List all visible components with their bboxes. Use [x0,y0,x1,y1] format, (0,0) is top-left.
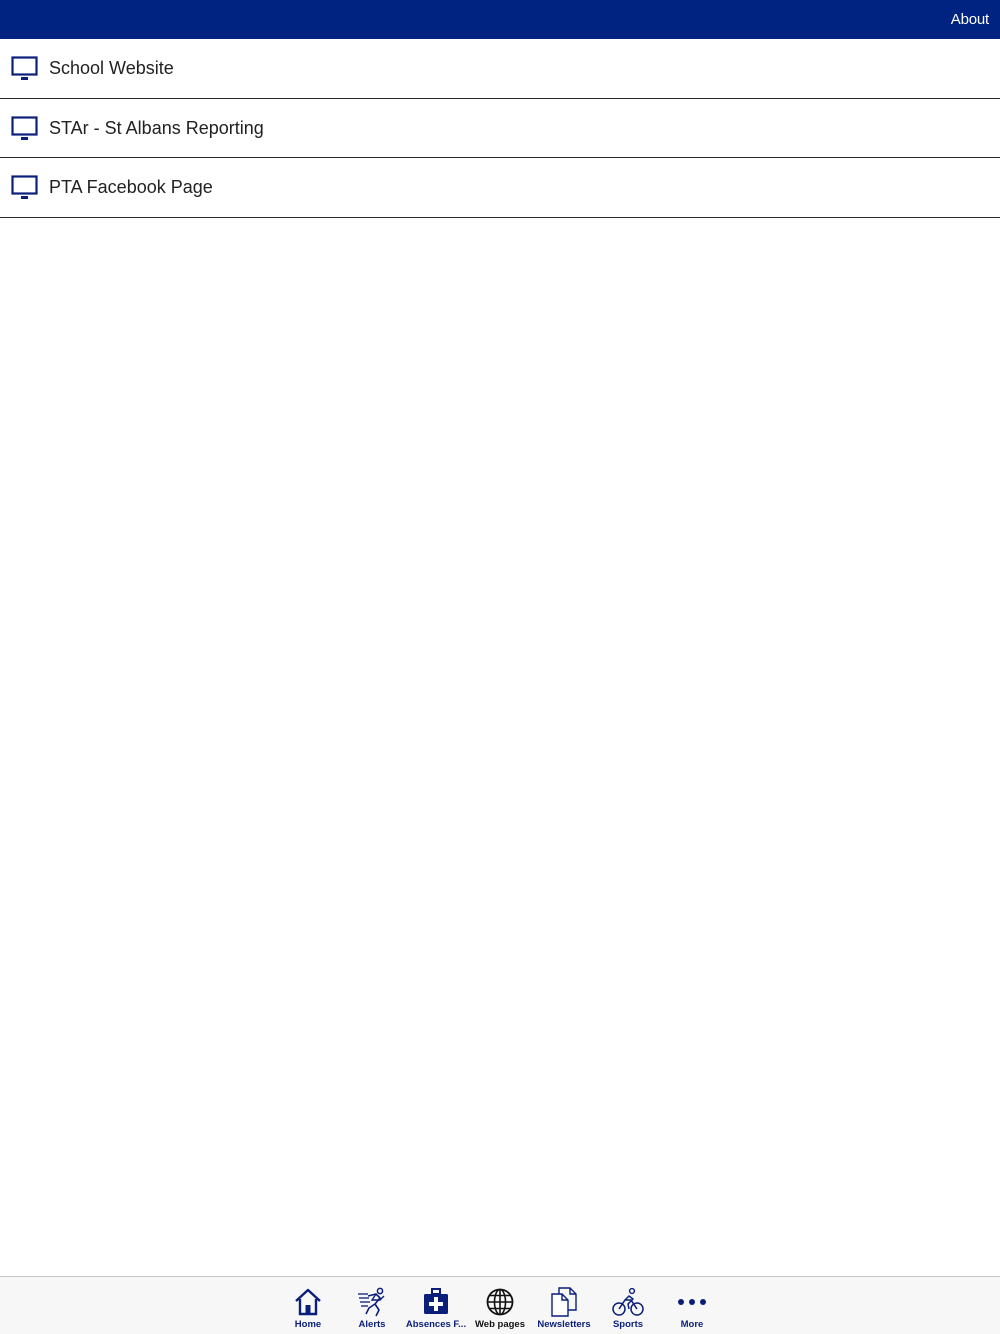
tab-absences[interactable]: Absences F... [404,1277,468,1334]
list-item-label: PTA Facebook Page [49,177,213,197]
home-icon [295,1288,321,1316]
list-item-label: STAr - St Albans Reporting [49,117,264,138]
tab-web-pages[interactable]: Web pages [468,1277,532,1334]
list-item-label: School Website [49,58,174,78]
monitor-icon [11,115,38,140]
tab-alerts[interactable]: Alerts [340,1277,404,1334]
web-pages-list: School Website STAr - St Albans Reportin… [0,39,1000,218]
top-navbar: About [0,0,1000,39]
list-item-star-reporting[interactable]: STAr - St Albans Reporting [0,99,1000,158]
list-item-pta-facebook[interactable]: PTA Facebook Page [0,158,1000,218]
tab-label: More [680,1319,704,1330]
tab-home[interactable]: Home [276,1277,340,1334]
tab-more[interactable]: More [660,1277,724,1334]
bottom-tab-bar: Home Alerts Absences F... Web pages News… [0,1276,1000,1334]
app-root: About School Website STAr - St Albans Re… [0,0,1000,1334]
globe-icon [486,1288,514,1316]
about-button[interactable]: About [951,11,989,28]
list-item-school-website[interactable]: School Website [0,39,1000,99]
cyclist-icon [612,1287,644,1316]
documents-icon [551,1287,577,1317]
tab-sports[interactable]: Sports [596,1277,660,1334]
more-dots-icon [678,1299,706,1305]
monitor-icon [11,175,38,199]
running-person-icon [358,1287,385,1317]
tab-newsletters[interactable]: Newsletters [532,1277,596,1334]
monitor-icon [11,56,38,80]
medical-kit-icon [424,1288,448,1314]
